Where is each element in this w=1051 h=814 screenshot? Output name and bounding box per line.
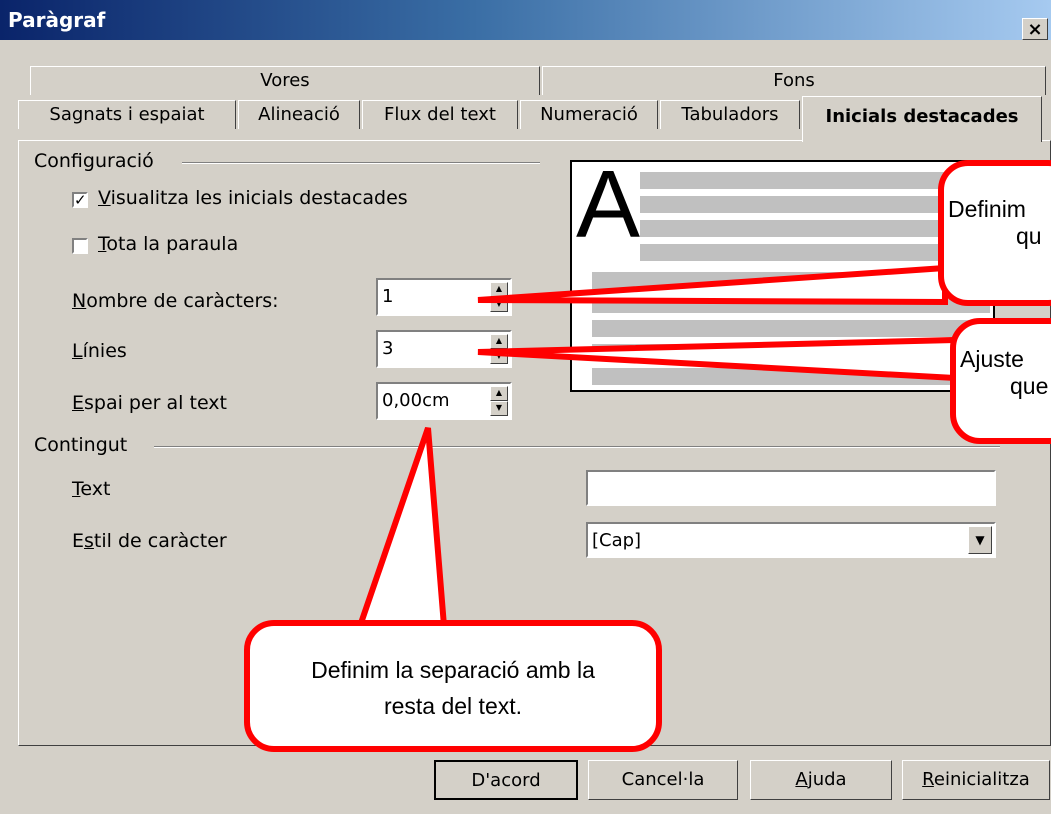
callout-bottom: Definim la separació amb la resta del te… — [244, 620, 662, 752]
callout-top: Definim qu — [938, 160, 1051, 306]
callout-middle: Ajuste que — [950, 318, 1051, 444]
callout-top-tail — [477, 264, 948, 306]
callout-middle-tail — [477, 336, 958, 382]
callout-bottom-tail — [355, 427, 448, 629]
